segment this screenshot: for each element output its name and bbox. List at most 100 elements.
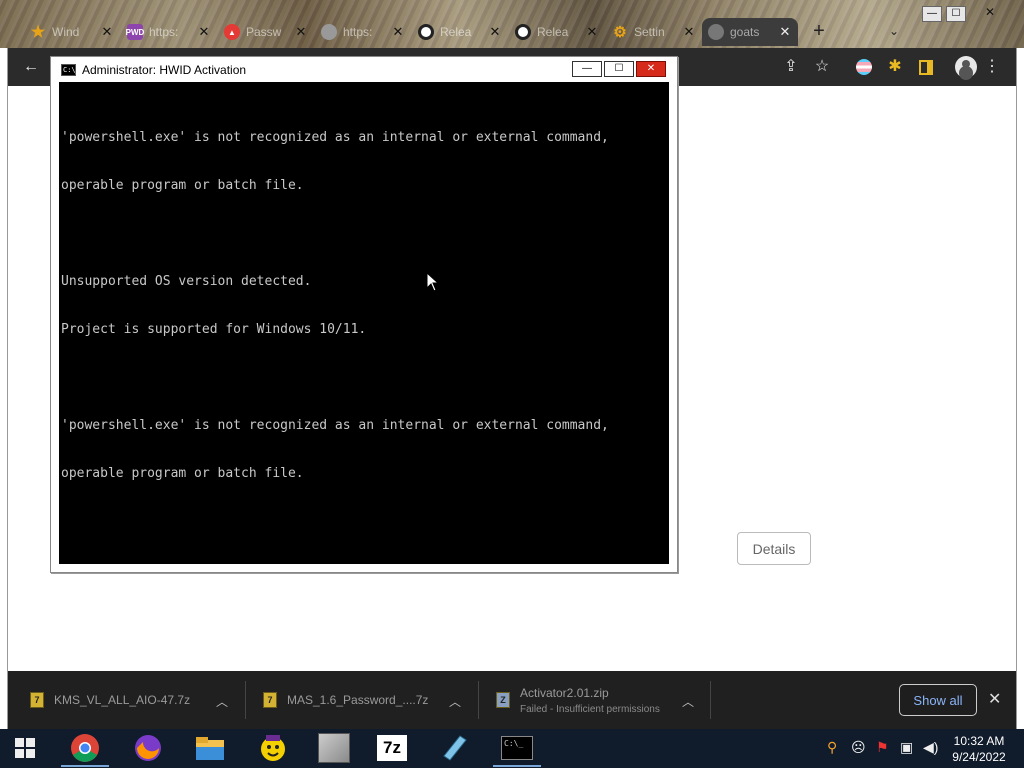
tab-label: Relea — [440, 25, 472, 39]
cmd-console-window[interactable]: C:\_ Administrator: HWID Activation — ☐ … — [50, 56, 678, 573]
close-tab-icon[interactable]: ✕ — [197, 25, 211, 39]
download-item-0[interactable]: 7 KMS_VL_ALL_AIO-47.7z ︿ — [30, 671, 240, 729]
extension-flag-icon[interactable] — [853, 56, 875, 78]
divider — [710, 681, 711, 719]
network-icon[interactable]: ▣ — [900, 739, 913, 756]
chevron-up-icon[interactable]: ︿ — [682, 693, 694, 710]
cmd-taskbar-icon[interactable]: C:\_ — [493, 732, 541, 767]
tab-label: Passw — [246, 25, 282, 39]
side-panel-icon[interactable] — [915, 56, 937, 78]
tab-5[interactable]: Relea ✕ — [509, 18, 605, 46]
firefox-icon[interactable] — [131, 732, 165, 764]
console-line: operable program or batch file. — [61, 466, 304, 481]
tab-0[interactable]: ★ Wind ✕ — [24, 18, 120, 46]
download-shelf: 7 KMS_VL_ALL_AIO-47.7z ︿ 7 MAS_1.6_Passw… — [8, 671, 1016, 729]
search-icon[interactable]: ⚲ — [827, 739, 837, 756]
cmd-label: C:\_ — [501, 736, 533, 760]
console-output[interactable]: 'powershell.exe' is not recognized as an… — [59, 82, 669, 564]
close-tab-icon[interactable]: ✕ — [391, 25, 405, 39]
chrome-icon[interactable] — [61, 732, 109, 767]
bitwarden-icon: ▲ — [224, 24, 240, 40]
share-icon[interactable]: ⇪ — [780, 56, 802, 78]
clock-time: 10:32 AM — [953, 734, 1005, 748]
console-line: Project is supported for Windows 10/11. — [61, 322, 367, 337]
chrome-menu-icon[interactable]: ⋮ — [981, 56, 1003, 78]
details-button[interactable]: Details — [737, 532, 811, 565]
console-line: operable program or batch file. — [61, 178, 304, 193]
7zip-label: 7z — [377, 735, 407, 761]
chevron-up-icon[interactable]: ︿ — [449, 693, 461, 710]
cmd-icon: C:\_ — [61, 64, 80, 76]
window-maximize-button[interactable]: ☐ — [946, 6, 966, 22]
profile-avatar[interactable] — [955, 56, 977, 78]
star-icon: ★ — [30, 24, 46, 41]
console-title: Administrator: HWID Activation — [82, 63, 247, 77]
cat-photo-icon[interactable] — [317, 732, 351, 764]
tab-6[interactable]: ⚙ Settin ✕ — [606, 18, 702, 46]
new-tab-button[interactable]: + — [809, 20, 829, 42]
zip-file-icon: Z — [496, 692, 510, 708]
network-flag-icon[interactable]: ⚑ — [876, 739, 889, 756]
bookmark-star-icon[interactable]: ☆ — [811, 56, 833, 78]
close-tab-icon[interactable]: ✕ — [585, 25, 599, 39]
close-shelf-icon[interactable]: ✕ — [988, 689, 1001, 709]
close-tab-icon[interactable]: ✕ — [778, 25, 792, 39]
goat-icon — [708, 24, 724, 40]
gear-icon: ⚙ — [613, 24, 627, 41]
console-line: Unsupported OS version detected. — [61, 274, 312, 289]
console-minimize-button[interactable]: — — [572, 61, 602, 77]
download-filename: Activator2.01.zip — [520, 685, 609, 700]
extensions-puzzle-icon[interactable]: ✱ — [884, 56, 906, 78]
tab-label: goats — [730, 25, 760, 39]
notepad-icon[interactable] — [437, 732, 471, 764]
github-icon — [515, 24, 531, 40]
console-maximize-button[interactable]: ☐ — [604, 61, 634, 77]
download-filename: MAS_1.6_Password_....7z — [287, 693, 429, 707]
7zip-icon[interactable]: 7z — [375, 732, 409, 764]
mouse-cursor-icon — [426, 272, 438, 292]
download-item-1[interactable]: 7 MAS_1.6_Password_....7z ︿ — [263, 671, 473, 729]
system-clock[interactable]: 10:32 AM 9/24/2022 — [948, 733, 1010, 765]
close-tab-icon[interactable]: ✕ — [488, 25, 502, 39]
console-close-button[interactable]: ✕ — [636, 61, 666, 77]
github-icon — [418, 24, 434, 40]
yahoo-messenger-icon[interactable] — [256, 732, 290, 764]
windows-start-icon[interactable] — [8, 732, 42, 764]
volume-icon[interactable]: ◀) — [923, 739, 938, 756]
tab-label: Relea — [537, 25, 569, 39]
tab-7-active[interactable]: goats ✕ — [702, 18, 798, 46]
messenger-tray-icon[interactable]: ☹ — [851, 739, 866, 756]
pwd-icon: PWD — [126, 24, 144, 40]
right-window-edge — [1016, 48, 1024, 729]
tab-label: Wind — [52, 25, 80, 39]
tab-strip: ★ Wind ✕ PWD https: ✕ ▲ Passw ✕ https: ✕… — [0, 0, 1024, 48]
window-minimize-button[interactable]: — — [922, 6, 942, 22]
tab-3[interactable]: https: ✕ — [315, 18, 411, 46]
archive-file-icon: 7 — [263, 692, 277, 708]
chevron-up-icon[interactable]: ︿ — [216, 693, 228, 710]
console-line: 'powershell.exe' is not recognized as an… — [61, 130, 609, 145]
close-tab-icon[interactable]: ✕ — [294, 25, 308, 39]
console-line: 'powershell.exe' is not recognized as an… — [61, 418, 609, 433]
windows-taskbar: 7z C:\_ ⚲ ☹ ⚑ ▣ ◀) 10:32 AM 9/24/2022 — [0, 729, 1024, 768]
tab-label: Settin — [634, 25, 665, 39]
divider — [245, 681, 246, 719]
archive-file-icon: 7 — [30, 692, 44, 708]
tab-1[interactable]: PWD https: ✕ — [121, 18, 217, 46]
file-explorer-icon[interactable] — [193, 732, 227, 764]
back-button[interactable]: ← — [20, 56, 42, 78]
download-item-2[interactable]: Z Activator2.01.zip Failed - Insufficien… — [496, 671, 706, 729]
window-close-button[interactable]: ✕ — [980, 6, 1000, 22]
tab-2[interactable]: ▲ Passw ✕ — [218, 18, 314, 46]
tab-search-button[interactable]: ⌄ — [889, 24, 899, 38]
tab-label: https: — [343, 25, 373, 39]
download-filename: KMS_VL_ALL_AIO-47.7z — [54, 693, 191, 707]
loading-icon — [321, 24, 337, 40]
show-all-button[interactable]: Show all — [899, 684, 977, 716]
divider — [478, 681, 479, 719]
close-tab-icon[interactable]: ✕ — [682, 25, 696, 39]
tab-4[interactable]: Relea ✕ — [412, 18, 508, 46]
close-tab-icon[interactable]: ✕ — [100, 25, 114, 39]
